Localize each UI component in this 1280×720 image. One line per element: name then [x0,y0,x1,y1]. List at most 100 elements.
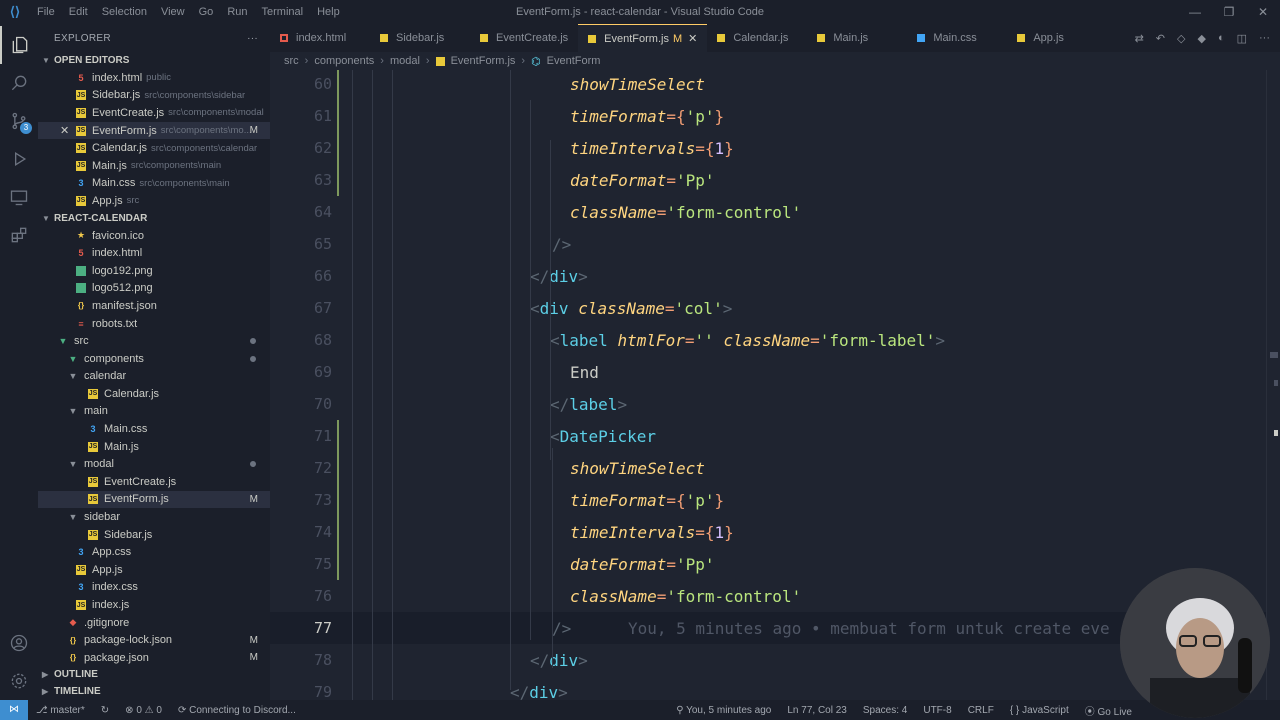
tree-file[interactable]: logo512.png [38,280,270,298]
open-editor-item[interactable]: JS EventCreate.js src\components\modal [38,104,270,122]
previous-change-icon[interactable]: ◇ [1177,32,1185,45]
remote-indicator-icon[interactable]: ⋈ [0,700,28,720]
code-line[interactable]: 75 dateFormat='Pp' [270,548,1270,580]
tree-file[interactable]: ◆ .gitignore [38,614,270,632]
code-line[interactable]: 66 </div> [270,260,1270,292]
tree-file[interactable]: JS EventCreate.js [38,473,270,491]
cursor-position[interactable]: Ln 77, Col 23 [779,705,855,716]
menu-terminal[interactable]: Terminal [255,6,311,18]
tree-file[interactable]: ≡ robots.txt [38,315,270,333]
tab-main-js[interactable]: Main.js [807,24,907,52]
maximize-icon[interactable]: ❐ [1212,0,1246,24]
more-actions-icon[interactable]: ··· [247,33,258,44]
breadcrumb-symbol[interactable]: EventForm [547,55,601,67]
open-editor-item[interactable]: JS Sidebar.js src\components\sidebar [38,87,270,105]
open-editors-section[interactable]: ▼ OPEN EDITORS [38,52,270,69]
indentation[interactable]: Spaces: 4 [855,705,915,716]
go-live-button[interactable]: ⦿ Go Live [1077,703,1140,718]
outline-section[interactable]: ▶ OUTLINE [38,666,270,683]
open-editor-item[interactable]: ✕ JS EventForm.js src\components\mo... M [38,121,270,140]
code-line[interactable]: 72 showTimeSelect [270,452,1270,484]
discord-status[interactable]: ⟳ Connecting to Discord... [170,705,304,716]
menu-view[interactable]: View [154,6,192,18]
project-section[interactable]: ▼ REACT-CALENDAR [38,210,270,227]
tree-file[interactable]: {} manifest.json [38,297,270,315]
tree-file[interactable]: JS App.js [38,561,270,579]
breadcrumb-modal[interactable]: modal [390,55,420,67]
timeline-section[interactable]: ▶ TIMELINE [38,683,270,700]
tree-file[interactable]: JS Main.js [38,438,270,456]
git-branch[interactable]: ⎇ master* [28,705,93,716]
menu-go[interactable]: Go [192,6,221,18]
tree-folder[interactable]: ▼ calendar [38,368,270,386]
tree-file[interactable]: {} package-lock.json M [38,631,270,649]
tree-folder[interactable]: ▼ main [38,403,270,421]
split-editor-icon[interactable]: ◫ [1237,32,1247,45]
menu-selection[interactable]: Selection [95,6,154,18]
breadcrumb-file[interactable]: EventForm.js [451,55,516,67]
menu-edit[interactable]: Edit [62,6,95,18]
code-line[interactable]: 68 <label htmlFor='' className='form-labe… [270,324,1270,356]
code-line[interactable]: 76 className='form-control' [270,580,1270,612]
tab-eventform-js[interactable]: EventForm.js M ✕ [578,24,708,52]
tree-file[interactable]: JS EventForm.js M [38,490,270,509]
tab-sidebar-js[interactable]: Sidebar.js [370,24,470,52]
code-line[interactable]: 79 </div> [270,676,1270,701]
tab-eventcreate-js[interactable]: EventCreate.js [470,24,578,52]
menu-file[interactable]: File [30,6,62,18]
open-editor-item[interactable]: 5 index.html public [38,69,270,87]
breadcrumb-src[interactable]: src [284,55,299,67]
code-line[interactable]: 69 End [270,356,1270,388]
breadcrumb-components[interactable]: components [314,55,374,67]
tree-file[interactable]: logo192.png [38,262,270,280]
source-control-icon[interactable]: 3 [0,102,38,140]
extensions-icon[interactable] [0,216,38,254]
more-actions-icon[interactable]: ··· [1259,32,1270,44]
tree-file[interactable]: 3 App.css [38,543,270,561]
tree-file[interactable]: JS Calendar.js [38,385,270,403]
tree-file[interactable]: {} package.json M [38,649,270,667]
go-back-icon[interactable]: ↶ [1156,32,1165,45]
tree-file[interactable]: JS Sidebar.js [38,526,270,544]
close-icon[interactable]: ✕ [1246,0,1280,24]
tree-file[interactable]: JS index.js [38,596,270,614]
tree-file[interactable]: 3 Main.css [38,420,270,438]
tab-calendar-js[interactable]: Calendar.js [707,24,807,52]
settings-gear-icon[interactable] [0,662,38,700]
tree-folder[interactable]: ▼ modal [38,455,270,473]
code-line[interactable]: 61 timeFormat={'p'} [270,100,1270,132]
close-editor-icon[interactable]: ✕ [60,124,69,137]
tree-file[interactable]: ★ favicon.ico [38,227,270,245]
code-line[interactable]: 73 timeFormat={'p'} [270,484,1270,516]
code-line[interactable]: 63 dateFormat='Pp' [270,164,1270,196]
open-editor-item[interactable]: JS Main.js src\components\main [38,157,270,175]
tree-folder[interactable]: ▼ components [38,350,270,368]
tree-file[interactable]: 3 index.css [38,579,270,597]
run-debug-icon[interactable] [0,140,38,178]
tab-app-js[interactable]: App.js [1007,24,1107,52]
code-line[interactable]: 70 </label> [270,388,1270,420]
next-change-icon[interactable]: ◆ [1197,32,1205,45]
git-compare-icon[interactable]: ⇄ [1135,32,1144,45]
code-line[interactable]: 65 /> [270,228,1270,260]
explorer-icon[interactable] [0,26,38,64]
code-line[interactable]: 67 <div className='col'> [270,292,1270,324]
tree-file[interactable]: 5 index.html [38,244,270,262]
tab-index-html[interactable]: index.html [270,24,370,52]
line-ending[interactable]: CRLF [960,705,1002,716]
code-line[interactable]: 74 timeIntervals={1} [270,516,1270,548]
encoding[interactable]: UTF-8 [915,705,959,716]
code-line[interactable]: 64 className='form-control' [270,196,1270,228]
menu-help[interactable]: Help [310,6,347,18]
language-mode[interactable]: { } JavaScript [1002,705,1077,716]
open-editor-item[interactable]: JS Calendar.js src\components\calendar [38,139,270,157]
close-tab-icon[interactable]: ✕ [688,32,697,45]
code-line[interactable]: 60 showTimeSelect [270,70,1270,100]
sync-icon[interactable]: ↻ [93,705,117,716]
remote-explorer-icon[interactable] [0,178,38,216]
problems-count[interactable]: ⊗ 0 ⚠ 0 [117,705,170,716]
editor-scrollbar[interactable] [1266,70,1280,700]
tab-main-css[interactable]: Main.css [907,24,1007,52]
open-editor-item[interactable]: 3 Main.css src\components\main [38,175,270,193]
code-line[interactable]: 71 <DatePicker [270,420,1270,452]
